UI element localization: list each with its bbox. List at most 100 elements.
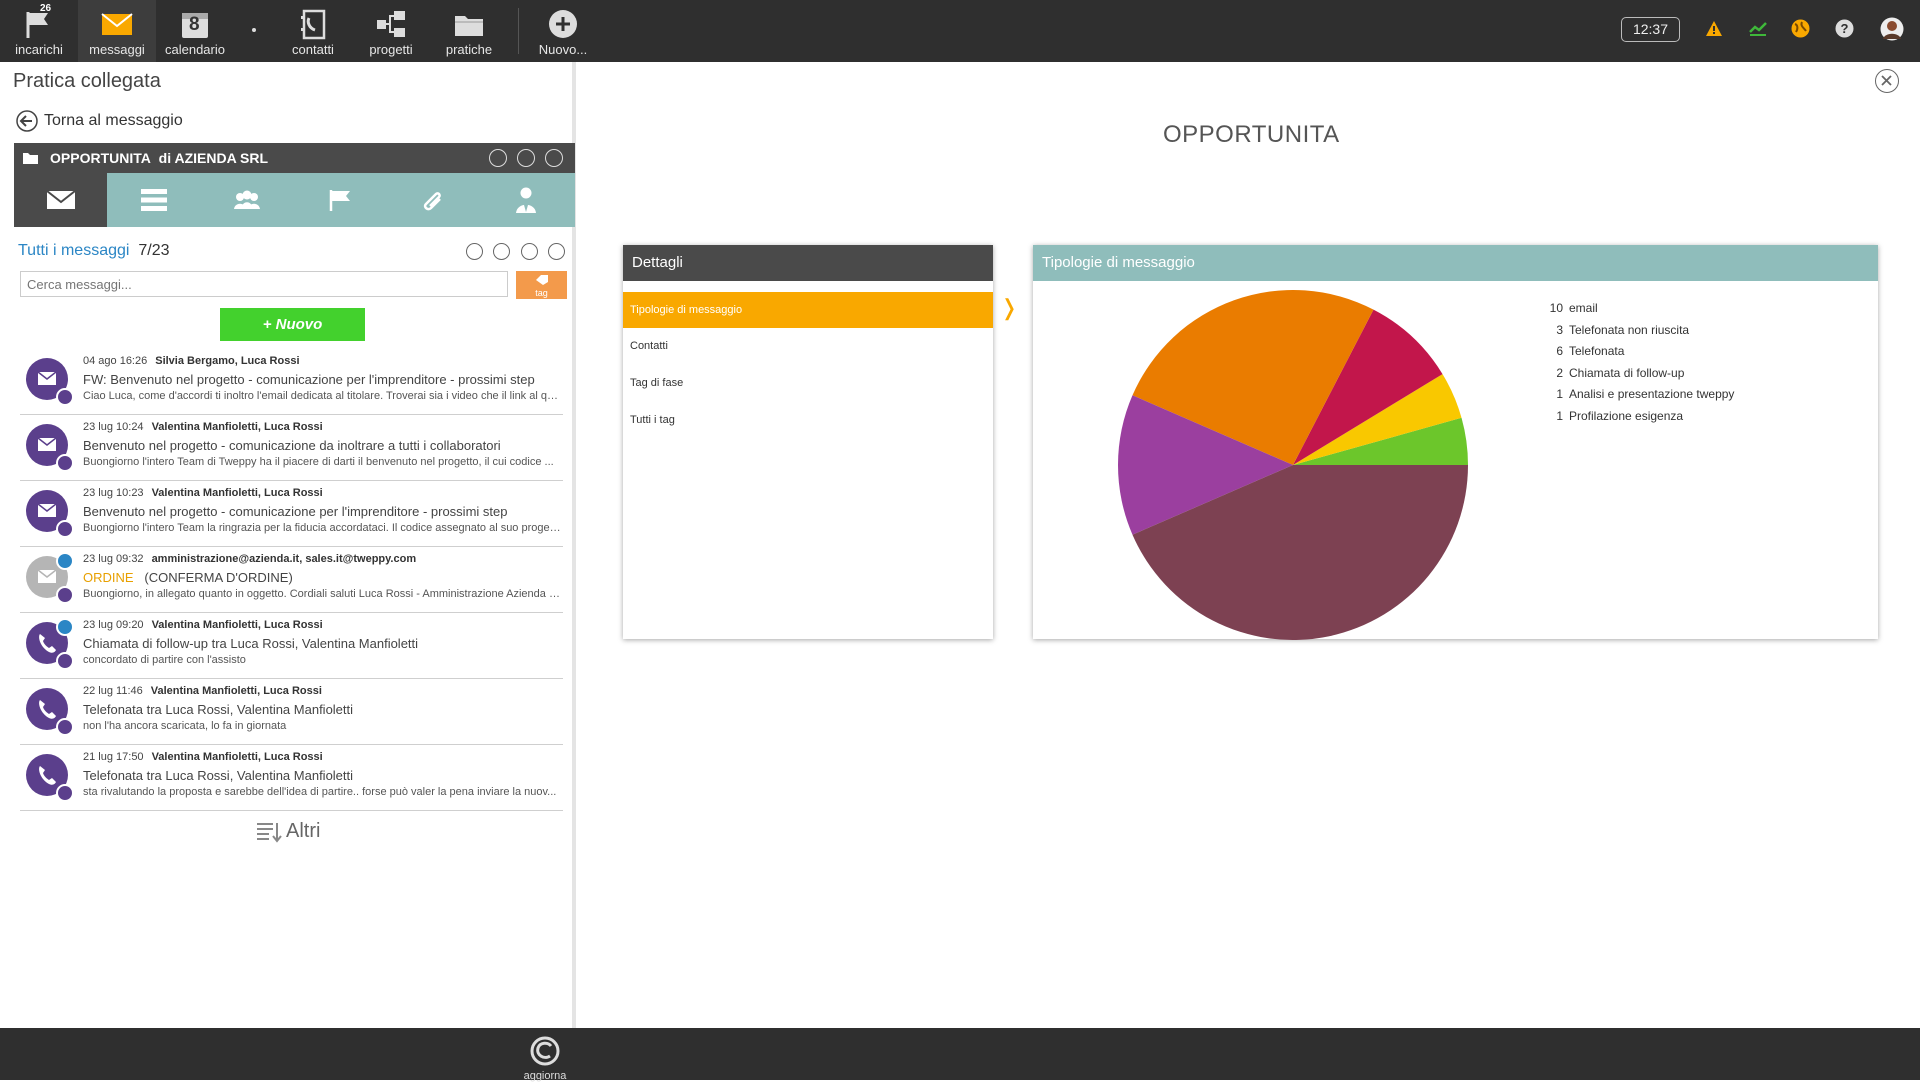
- message-meta: 21 lug 17:50 Valentina Manfioletti, Luca …: [83, 751, 323, 763]
- image-icon[interactable]: [493, 243, 510, 260]
- help-icon[interactable]: ?: [1835, 19, 1854, 38]
- flag-icon: [329, 190, 350, 211]
- order-tag: ORDINE: [83, 570, 134, 585]
- message-subject: Chiamata di follow-up tra Luca Rossi, Va…: [83, 636, 419, 651]
- legend-value: 3: [1556, 322, 1563, 337]
- status-dot: [56, 652, 74, 670]
- legend-item: 6 Telefonata: [1533, 344, 1624, 358]
- svg-text:?: ?: [1841, 21, 1849, 36]
- load-more-button[interactable]: Altri: [256, 820, 320, 843]
- panel-title: Pratica collegata: [13, 70, 161, 92]
- legend-value: 6: [1556, 344, 1563, 358]
- bottom-bar: [0, 1028, 1920, 1080]
- legend-value: 1: [1556, 408, 1563, 423]
- nav-calendario[interactable]: 8 calendario: [156, 0, 234, 62]
- message-item[interactable]: 23 lug 09:32 amministrazione@azienda.it, …: [20, 550, 563, 613]
- nav-progetti[interactable]: progetti: [352, 0, 430, 62]
- contact-button[interactable]: [489, 149, 507, 167]
- message-types-chart-panel: Tipologie di messaggio 10 email 3 Telefonat…: [1033, 245, 1878, 640]
- new-message-button[interactable]: + Nuovo: [220, 308, 365, 341]
- tab-attachments[interactable]: [386, 173, 479, 227]
- upload-badge: [56, 618, 74, 636]
- list-down-icon: [257, 822, 282, 843]
- legend-item: 1 Profilazione esigenza: [1533, 409, 1683, 423]
- message-subject: Telefonata tra Luca Rossi, Valentina Man…: [83, 768, 354, 783]
- dot-indicator: [252, 28, 256, 32]
- tab-flags[interactable]: [293, 173, 386, 227]
- menu-button[interactable]: [545, 149, 563, 167]
- details-item-message-types[interactable]: Tipologie di messaggio: [623, 292, 993, 328]
- list-view-icon[interactable]: [521, 243, 538, 260]
- message-item[interactable]: 23 lug 10:23 Valentina Manfioletti, Luca …: [20, 484, 563, 547]
- details-item-contacts[interactable]: Contatti: [623, 328, 993, 364]
- legend-item: 10 email: [1533, 301, 1598, 315]
- globe-icon[interactable]: [1791, 19, 1810, 38]
- top-navigation-bar: 26 incarichi messaggi 8 calendario conta…: [0, 0, 1920, 62]
- close-icon: [1881, 75, 1892, 86]
- message-preview: non l'ha ancora scaricata, lo fa in gior…: [83, 720, 287, 732]
- message-item[interactable]: 23 lug 10:24 Valentina Manfioletti, Luca …: [20, 418, 563, 481]
- upload-badge: [56, 552, 74, 570]
- nav-label: Nuovo...: [538, 42, 588, 57]
- details-header: Dettagli: [623, 245, 993, 281]
- chevron-right-icon: ❭: [1000, 295, 1019, 320]
- tab-people[interactable]: [200, 173, 293, 227]
- message-item[interactable]: 04 ago 16:26 Silvia Bergamo, Luca Rossi F…: [20, 352, 563, 415]
- legend-value: 10: [1549, 301, 1563, 315]
- back-label: Torna al messaggio: [44, 112, 183, 129]
- legend-label: Chiamata di follow-up: [1569, 365, 1685, 380]
- close-button[interactable]: [1875, 69, 1899, 93]
- tab-messages[interactable]: [14, 173, 107, 227]
- filter-icon[interactable]: [466, 243, 483, 260]
- details-item-phase-tags[interactable]: Tag di fase: [623, 365, 993, 401]
- user-avatar[interactable]: [1880, 17, 1904, 41]
- calendar-day: 8: [189, 14, 200, 35]
- tab-details[interactable]: [107, 173, 200, 227]
- message-meta: 23 lug 09:32 amministrazione@azienda.it, …: [83, 553, 417, 565]
- envelope-icon: [45, 190, 76, 209]
- nav-incarichi[interactable]: 26 incarichi: [0, 0, 78, 62]
- nav-label: calendario: [165, 42, 225, 57]
- nav-label: pratiche: [445, 42, 493, 57]
- message-item[interactable]: 23 lug 09:20 Valentina Manfioletti, Luca …: [20, 616, 563, 679]
- hierarchy-icon: [377, 11, 405, 37]
- folder-icon: [23, 153, 38, 164]
- all-messages-link[interactable]: Tutti i messaggi: [18, 242, 129, 259]
- legend-value: 1: [1556, 387, 1563, 401]
- back-to-message-link[interactable]: Torna al messaggio: [16, 110, 183, 132]
- message-item[interactable]: 21 lug 17:50 Valentina Manfioletti, Luca …: [20, 748, 563, 811]
- message-meta: 23 lug 09:20 Valentina Manfioletti, Luca …: [83, 619, 323, 631]
- tag-label: tag: [535, 288, 548, 298]
- nav-contatti[interactable]: contatti: [274, 0, 352, 62]
- message-item[interactable]: 22 lug 11:46 Valentina Manfioletti, Luca …: [20, 682, 563, 745]
- message-meta: 22 lug 11:46 Valentina Manfioletti, Luca …: [83, 685, 322, 697]
- home-button[interactable]: [517, 149, 535, 167]
- search-messages-input[interactable]: [20, 271, 508, 297]
- group-icon: [233, 190, 260, 209]
- clock: 12:37: [1621, 17, 1680, 42]
- nav-label: messaggi: [89, 42, 145, 57]
- warning-icon[interactable]: [1705, 20, 1723, 37]
- messages-header: Tutti i messaggi 7/23: [18, 242, 169, 260]
- chart-panel-header: Tipologie di messaggio: [1033, 245, 1878, 281]
- legend-label: Telefonata non riuscita: [1569, 322, 1690, 337]
- tag-icon: [535, 275, 548, 285]
- message-subject: Telefonata tra Luca Rossi, Valentina Man…: [83, 702, 354, 717]
- tab-assignee[interactable]: [479, 173, 572, 227]
- tag-button[interactable]: tag: [516, 271, 567, 299]
- status-dot: [56, 784, 74, 802]
- nav-messaggi[interactable]: messaggi: [78, 0, 156, 62]
- nav-pratiche[interactable]: pratiche: [430, 0, 508, 62]
- details-item-all-tags[interactable]: Tutti i tag: [623, 402, 993, 438]
- opportunity-title: OPPORTUNITA di AZIENDA SRL: [50, 150, 269, 166]
- more-options-icon[interactable]: [548, 243, 565, 260]
- connection-status-icon[interactable]: [1749, 21, 1767, 36]
- pie-chart: [1118, 290, 1468, 640]
- refresh-button[interactable]: aggiorna: [518, 1035, 572, 1082]
- nav-separator: [518, 8, 519, 54]
- envelope-icon: [101, 13, 133, 35]
- legend-label: email: [1569, 301, 1598, 315]
- legend-item: 3 Telefonata non riuscita: [1533, 323, 1689, 337]
- nav-nuovo[interactable]: Nuovo...: [524, 0, 602, 62]
- message-preview: Ciao Luca, come d'accordi ti inoltro l'e…: [83, 390, 561, 402]
